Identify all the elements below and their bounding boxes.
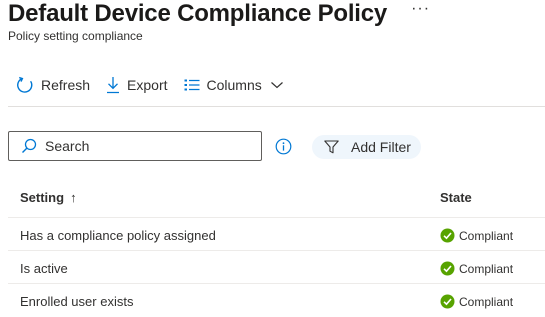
refresh-label: Refresh [41, 77, 91, 93]
refresh-button[interactable]: Refresh [16, 76, 90, 94]
command-bar: Refresh Export Columns [16, 74, 284, 96]
column-header-setting[interactable]: Setting ↑ [20, 190, 77, 205]
state-cell: Compliant [440, 294, 513, 309]
more-options-button[interactable]: ··· [411, 0, 430, 18]
search-input[interactable] [45, 138, 235, 154]
info-button[interactable] [275, 138, 292, 160]
table-row[interactable]: Enrolled user exists Compliant [8, 284, 545, 317]
column-header-state-label: State [440, 190, 472, 205]
info-icon [275, 138, 292, 155]
columns-label: Columns [206, 77, 262, 93]
table-row[interactable]: Has a compliance policy assigned Complia… [8, 218, 545, 251]
search-icon [22, 138, 37, 153]
filter-icon [324, 140, 339, 154]
state-label: Compliant [459, 261, 514, 276]
columns-button[interactable]: Columns [184, 77, 284, 93]
state-cell: Compliant [440, 228, 513, 243]
column-header-setting-label: Setting [20, 190, 65, 205]
check-circle-icon [440, 228, 455, 243]
download-icon [107, 77, 120, 94]
check-circle-icon [440, 294, 455, 309]
add-filter-label: Add Filter [351, 139, 411, 155]
state-cell: Compliant [440, 261, 513, 276]
column-header-state[interactable]: State [440, 190, 472, 205]
export-label: Export [127, 77, 168, 93]
columns-list-icon [184, 79, 199, 91]
setting-cell: Is active [20, 261, 68, 276]
table-row[interactable]: Is active Compliant [8, 251, 545, 284]
refresh-icon [17, 76, 33, 93]
state-label: Compliant [459, 228, 514, 243]
state-label: Compliant [459, 294, 514, 309]
page-header: Default Device Compliance Policy ··· [8, 0, 430, 28]
export-button[interactable]: Export [106, 76, 168, 94]
setting-cell: Has a compliance policy assigned [20, 228, 216, 243]
sort-ascending-icon: ↑ [70, 190, 77, 205]
toolbar-divider [8, 106, 545, 107]
check-circle-icon [440, 261, 455, 276]
search-box[interactable] [8, 131, 262, 161]
page-subtitle: Policy setting compliance [8, 29, 143, 43]
page-title: Default Device Compliance Policy [8, 0, 388, 27]
chevron-down-icon [270, 82, 283, 89]
setting-cell: Enrolled user exists [20, 294, 134, 309]
add-filter-button[interactable]: Add Filter [312, 135, 421, 159]
